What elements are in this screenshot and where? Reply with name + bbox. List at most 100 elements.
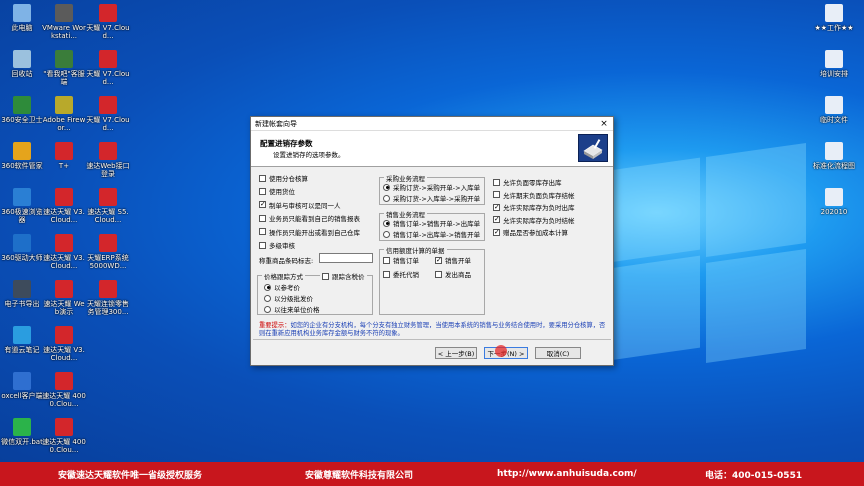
radio-option[interactable]: 销售订单->销售开单->出库单 <box>383 218 480 228</box>
option-label: 采购订货->入库单->采购开单 <box>393 195 481 203</box>
close-icon[interactable]: × <box>595 119 613 129</box>
radio-option[interactable]: 采购订货->入库单->采购开单 <box>383 193 480 203</box>
checkbox-option[interactable]: 销售订单 <box>383 255 419 265</box>
checkbox[interactable] <box>493 228 500 236</box>
cancel-button[interactable]: 取消(C) <box>535 347 581 359</box>
desktop-icon[interactable]: 360软件管家 <box>0 142 44 170</box>
option-label: 销售订单 <box>393 257 419 265</box>
desktop-icon[interactable]: ★★工作★★ <box>812 4 856 32</box>
wizard-logo-icon <box>578 134 608 162</box>
page-subheading: 设置进销存的选项参数。 <box>273 151 345 159</box>
desktop-icon[interactable]: 速达天耀 V3.Cloud... <box>42 326 86 362</box>
radio-button[interactable] <box>264 294 271 302</box>
desktop-icon[interactable]: 360驱动大师 <box>0 234 44 262</box>
checkbox-option[interactable]: 发出商品 <box>435 269 471 279</box>
desktop-icon[interactable]: 电子书导出 <box>0 280 44 308</box>
checkbox[interactable] <box>259 214 266 222</box>
radio-option[interactable]: 以分级批发价 <box>264 293 313 303</box>
checkbox[interactable] <box>259 187 266 195</box>
radio-option[interactable]: 销售订单->出库单->销售开单 <box>383 229 480 239</box>
desktop-icon[interactable]: 速达天耀 V3.Cloud... <box>42 188 86 224</box>
desktop-icon[interactable]: 天耀ERP系统 5000WD... <box>86 234 130 270</box>
track-tax-price-checkbox[interactable]: 跟踪含税价 <box>320 271 367 281</box>
banner-text-website[interactable]: http://www.anhuisuda.com/ <box>497 469 637 479</box>
desktop-icon[interactable]: Adobe Firewor... <box>42 96 86 132</box>
checkbox-option[interactable]: 允许实际库存为负时出库 <box>493 202 575 212</box>
checkbox-option[interactable]: 业务员只能看到自己的销售报表 <box>259 213 360 223</box>
checkbox-option[interactable]: 允许期末负面负库存结帐 <box>493 190 575 200</box>
checkbox-option[interactable]: 允许负面零库存出库 <box>493 177 562 187</box>
radio-option[interactable]: 采购订货->采购开单->入库单 <box>383 182 480 192</box>
checkbox[interactable] <box>493 203 500 211</box>
radio-option[interactable]: 以参考价 <box>264 282 300 292</box>
barcode-flag-label: 称重商品条码标志: <box>259 257 314 265</box>
desktop-icon[interactable]: 临时文件 <box>812 96 856 124</box>
desktop-icon[interactable]: VMware Workstati... <box>42 4 86 40</box>
checkbox[interactable] <box>383 256 390 264</box>
desktop-icon[interactable]: "看我吧"客服端 <box>42 50 86 86</box>
barcode-flag-input[interactable] <box>319 253 373 263</box>
desktop-icon[interactable]: 有道云笔记 <box>0 326 44 354</box>
desktop-icon[interactable]: 微信双开.bat <box>0 418 44 446</box>
suda-icon <box>99 96 117 114</box>
checkbox-option[interactable]: 允许实际库存为负时结帐 <box>493 215 575 225</box>
checkbox[interactable] <box>435 256 442 264</box>
desktop-icon[interactable]: oxcell客户端 <box>0 372 44 400</box>
checkbox-option[interactable]: 使用货位 <box>259 186 295 196</box>
desktop-icon[interactable]: 速达天耀 4000.Clou... <box>42 418 86 454</box>
checkbox[interactable] <box>259 174 266 182</box>
desktop-icon[interactable]: 速达天耀 Web演示 <box>42 280 86 316</box>
option-label: 业务员只能看到自己的销售报表 <box>269 215 360 224</box>
desktop-icon[interactable]: 360极速浏览器 <box>0 188 44 224</box>
radio-button[interactable] <box>383 230 390 238</box>
desktop-icon[interactable]: 速达天耀 4000.Clou... <box>42 372 86 408</box>
checkbox[interactable] <box>493 191 500 199</box>
desktop-icon-label: 培训安排 <box>820 70 848 78</box>
option-label: 采购订货->采购开单->入库单 <box>393 184 481 192</box>
radio-button[interactable] <box>264 305 271 313</box>
suda-icon <box>55 372 73 390</box>
desktop-icon[interactable]: T+ <box>42 142 86 170</box>
radio-button[interactable] <box>383 219 390 227</box>
desktop-icon[interactable]: 360安全卫士 <box>0 96 44 124</box>
desktop-icon[interactable]: 培训安排 <box>812 50 856 78</box>
checkbox[interactable] <box>493 215 500 224</box>
checkbox[interactable] <box>383 270 390 278</box>
desktop-icon[interactable]: 天耀 V7.Cloud... <box>86 50 130 86</box>
checkbox[interactable] <box>259 200 266 209</box>
radio-button[interactable] <box>383 194 390 202</box>
checkbox-option[interactable]: 制单与审核可以是同一人 <box>259 200 341 210</box>
checkbox-option[interactable]: 销售开单 <box>435 255 471 265</box>
radio-button[interactable] <box>264 283 271 291</box>
work-folder-icon <box>825 4 843 22</box>
checkbox-option[interactable]: 使用分仓核算 <box>259 173 308 183</box>
checkbox[interactable] <box>259 228 266 236</box>
folder-202010-icon <box>825 188 843 206</box>
checkbox[interactable] <box>435 270 442 278</box>
radio-button[interactable] <box>383 183 390 191</box>
checkbox-option[interactable]: 多级审核 <box>259 240 295 250</box>
desktop-icon[interactable]: 速达天耀 V3.Cloud... <box>42 234 86 270</box>
checkbox-option[interactable]: 委托代销 <box>383 269 419 279</box>
prev-button[interactable]: < 上一步(B) <box>435 347 477 359</box>
checkbox-option[interactable]: 操作员只能开出或看到自己仓库 <box>259 227 360 237</box>
desktop-icon[interactable]: 天耀 V7.Cloud... <box>86 4 130 40</box>
checkbox[interactable] <box>259 241 266 249</box>
radio-option[interactable]: 以往来单位价格 <box>264 304 320 314</box>
desktop-icon[interactable]: 202010 <box>812 188 856 216</box>
option-label: 发出商品 <box>445 271 471 279</box>
option-label: 以分级批发价 <box>274 295 313 303</box>
dialog-titlebar: 新建帐套向导 × <box>251 117 613 131</box>
option-label: 允许实际库存为负时结帐 <box>503 216 575 225</box>
desktop-icon[interactable]: 标准化流程图 <box>812 142 856 170</box>
desktop-icon[interactable]: 速达Web接口登录 <box>86 142 130 178</box>
desktop-icon[interactable]: 天耀连锁零售 务管理300... <box>86 280 130 316</box>
checkbox[interactable] <box>493 178 500 186</box>
banner-text-company: 安徽尊耀软件科技有限公司 <box>305 470 414 481</box>
desktop-icon[interactable]: 此电脑 <box>0 4 44 32</box>
checkbox-option[interactable]: 赠品是否参加成本计算 <box>493 227 568 237</box>
desktop-icon[interactable]: 天耀 V7.Cloud... <box>86 96 130 132</box>
desktop-icon[interactable]: 速达天耀 S5.Cloud... <box>86 188 130 224</box>
price-tracking-group: 价格跟踪方式 跟踪含税价 以参考价 以分级批发价 以往来单位价格 <box>257 271 373 315</box>
desktop-icon[interactable]: 回收站 <box>0 50 44 78</box>
